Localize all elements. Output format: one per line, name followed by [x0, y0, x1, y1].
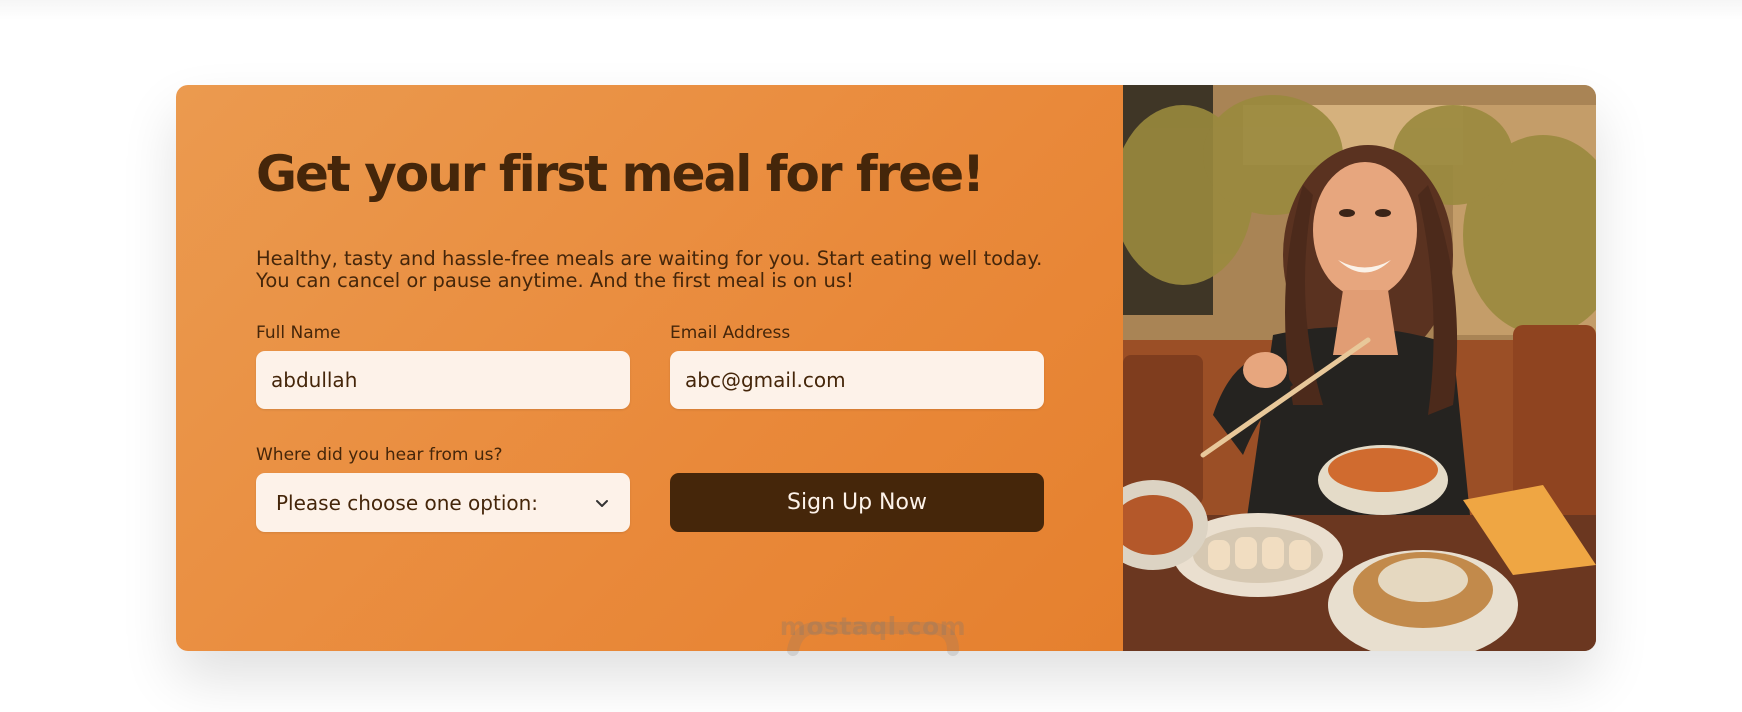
watermark-text: mostaql.com: [779, 612, 967, 641]
full-name-label: Full Name: [256, 323, 341, 343]
source-label: Where did you hear from us?: [256, 445, 503, 465]
full-name-value: abdullah: [271, 368, 358, 392]
photo-illustration: [1123, 85, 1596, 651]
chevron-down-icon: [596, 499, 608, 507]
woman-eating-photo: [1123, 85, 1596, 651]
full-name-input[interactable]: abdullah: [256, 351, 630, 409]
cta-card: Get your first meal for free! Healthy, t…: [176, 85, 1596, 651]
cta-title: Get your first meal for free!: [256, 145, 985, 203]
cta-text-panel: Get your first meal for free! Healthy, t…: [176, 85, 1123, 651]
sign-up-button[interactable]: Sign Up Now: [670, 473, 1044, 532]
source-selected-value: Please choose one option:: [276, 490, 539, 515]
page: Get your first meal for free! Healthy, t…: [0, 0, 1742, 712]
top-strip: [0, 0, 1742, 20]
email-input[interactable]: abc@gmail.com: [670, 351, 1044, 409]
source-select[interactable]: Please choose one option:: [256, 473, 630, 532]
email-value: abc@gmail.com: [685, 368, 846, 392]
email-label: Email Address: [670, 323, 791, 343]
cta-description: Healthy, tasty and hassle-free meals are…: [256, 247, 1043, 292]
